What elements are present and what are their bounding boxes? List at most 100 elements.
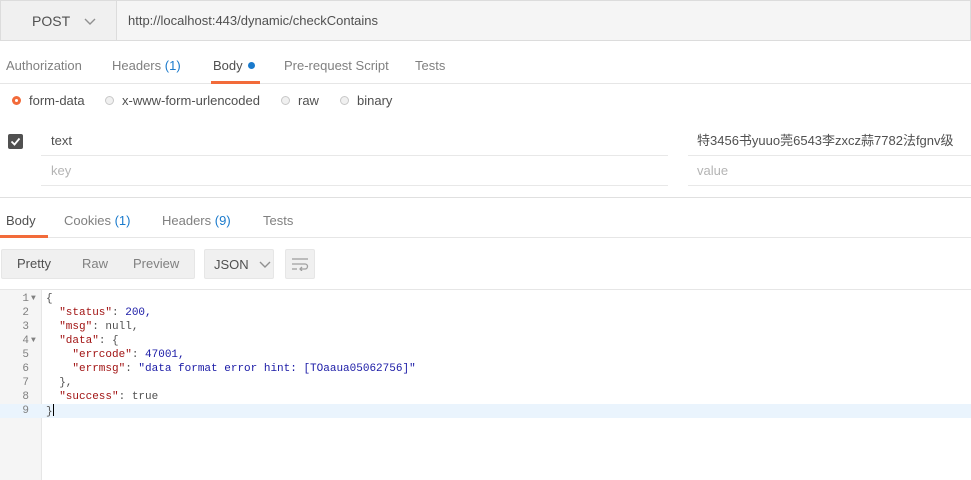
code-line: 5 "errcode": 47001,	[0, 348, 971, 362]
tab-tests[interactable]: Tests	[415, 49, 445, 83]
text-cursor	[52, 404, 54, 416]
view-pretty-button[interactable]: Pretty	[17, 250, 51, 278]
response-tab-cookies[interactable]: Cookies (1)	[64, 205, 130, 237]
response-code-editor[interactable]: 1 ▼ { 2 "status": 200, 3 "msg": null, 4 …	[0, 289, 971, 480]
format-select[interactable]: JSON	[204, 249, 274, 279]
code-text: "success": true	[59, 391, 159, 403]
code-text: }	[46, 404, 54, 419]
json-value: 47001,	[145, 349, 185, 361]
form-row: text 特3456书yuuo莞6543李zxcz蒜7782法fgnv级	[0, 127, 971, 157]
form-key-input[interactable]: text	[41, 127, 668, 156]
response-tab-tests[interactable]: Tests	[263, 205, 293, 237]
json-key: "success"	[59, 391, 119, 403]
code-line: 4 ▼ "data": {	[0, 334, 971, 348]
tab-label: Tests	[415, 58, 446, 73]
wrap-lines-button[interactable]	[285, 249, 315, 279]
form-value-input[interactable]: 特3456书yuuo莞6543李zxcz蒜7782法fgnv级	[688, 127, 971, 156]
line-number: 7	[22, 377, 29, 389]
code-text: "errmsg": "data format error hint: [TOaa…	[72, 363, 416, 375]
response-divider	[0, 197, 971, 198]
chevron-down-icon	[259, 261, 271, 268]
method-label: POST	[32, 12, 71, 29]
tab-count: (1)	[164, 58, 181, 73]
chevron-down-icon	[84, 18, 96, 25]
view-raw-button[interactable]: Raw	[82, 250, 108, 278]
request-tabs: Authorization Headers (1) Body Pre-reque…	[0, 49, 971, 84]
code-text: "msg": null,	[59, 321, 139, 333]
new-value-input[interactable]: value	[688, 157, 971, 186]
json-value: null,	[105, 321, 139, 333]
tab-label: Body	[213, 58, 243, 73]
json-value: {	[112, 335, 119, 347]
json-key: "data"	[59, 335, 99, 347]
json-value: "data format error hint: [TOaaua05062756…	[138, 363, 416, 375]
radio-label: form-data	[29, 93, 85, 108]
radio-form-data[interactable]: form-data	[12, 93, 85, 108]
radio-label: raw	[298, 93, 319, 108]
line-number: 1	[22, 293, 29, 305]
radio-label: x-www-form-urlencoded	[122, 93, 260, 108]
line-number: 5	[22, 349, 29, 361]
tab-headers[interactable]: Headers (1)	[112, 49, 181, 83]
tab-label: Authorization	[6, 58, 82, 73]
tab-body[interactable]: Body	[211, 49, 260, 84]
code-punct: }	[46, 406, 53, 418]
code-text: {	[46, 293, 53, 305]
tab-count: (1)	[114, 213, 131, 228]
code-line: 7 },	[0, 376, 971, 390]
json-key: "errcode"	[72, 349, 132, 361]
radio-selected-icon	[12, 96, 21, 105]
json-key: "status"	[59, 307, 113, 319]
code-line-active: 9 }	[0, 404, 971, 418]
view-preview-button[interactable]: Preview	[133, 250, 179, 278]
response-tab-body[interactable]: Body	[0, 205, 48, 238]
radio-binary[interactable]: binary	[340, 93, 392, 108]
code-line: 8 "success": true	[0, 390, 971, 404]
tab-label: Cookies	[64, 213, 111, 228]
url-input[interactable]: http://localhost:443/dynamic/checkContai…	[117, 0, 971, 41]
url-bar: POST http://localhost:443/dynamic/checkC…	[0, 0, 971, 42]
tab-authorization[interactable]: Authorization	[6, 49, 82, 83]
json-value: true	[131, 391, 159, 403]
json-key: "msg"	[59, 321, 93, 333]
tab-pre-request-script[interactable]: Pre-request Script	[284, 49, 389, 83]
line-number: 8	[22, 391, 29, 403]
format-label: JSON	[214, 256, 249, 272]
radio-icon	[340, 96, 349, 105]
line-number: 6	[22, 363, 29, 375]
tab-label: Headers	[112, 58, 162, 73]
code-line: 1 ▼ {	[0, 292, 971, 306]
fold-arrow-icon[interactable]: ▼	[31, 292, 36, 306]
code-text: "errcode": 47001,	[72, 349, 185, 361]
tab-count: (9)	[214, 213, 231, 228]
view-mode-group: Pretty Raw Preview	[1, 249, 195, 279]
form-row-new: key value	[0, 157, 971, 187]
radio-x-www-form-urlencoded[interactable]: x-www-form-urlencoded	[105, 93, 260, 108]
code-text: "status": 200,	[59, 307, 152, 319]
radio-icon	[105, 96, 114, 105]
line-number: 9	[22, 405, 29, 417]
radio-icon	[281, 96, 290, 105]
code-punct: },	[59, 377, 73, 389]
line-number: 4	[22, 335, 29, 347]
radio-label: binary	[357, 93, 393, 108]
method-select[interactable]: POST	[0, 0, 117, 41]
line-number: 2	[22, 307, 29, 319]
fold-arrow-icon[interactable]: ▼	[31, 334, 36, 348]
radio-raw[interactable]: raw	[281, 93, 319, 108]
code-line: 3 "msg": null,	[0, 320, 971, 334]
tab-label: Pre-request Script	[284, 58, 389, 73]
body-type-group: form-data x-www-form-urlencoded raw bina…	[0, 93, 971, 113]
response-tab-headers[interactable]: Headers (9)	[162, 205, 231, 237]
line-number: 3	[22, 321, 29, 333]
json-value: 200,	[125, 307, 152, 319]
new-key-input[interactable]: key	[41, 157, 668, 186]
tab-label: Tests	[263, 213, 294, 228]
checkmark-icon	[10, 137, 21, 146]
wrap-lines-icon	[292, 258, 309, 271]
tab-label: Body	[6, 213, 36, 228]
tab-label: Headers	[162, 213, 212, 228]
code-line: 6 "errmsg": "data format error hint: [TO…	[0, 362, 971, 376]
row-enabled-checkbox[interactable]	[8, 134, 23, 149]
response-tabs: Body Cookies (1) Headers (9) Tests	[0, 205, 971, 238]
